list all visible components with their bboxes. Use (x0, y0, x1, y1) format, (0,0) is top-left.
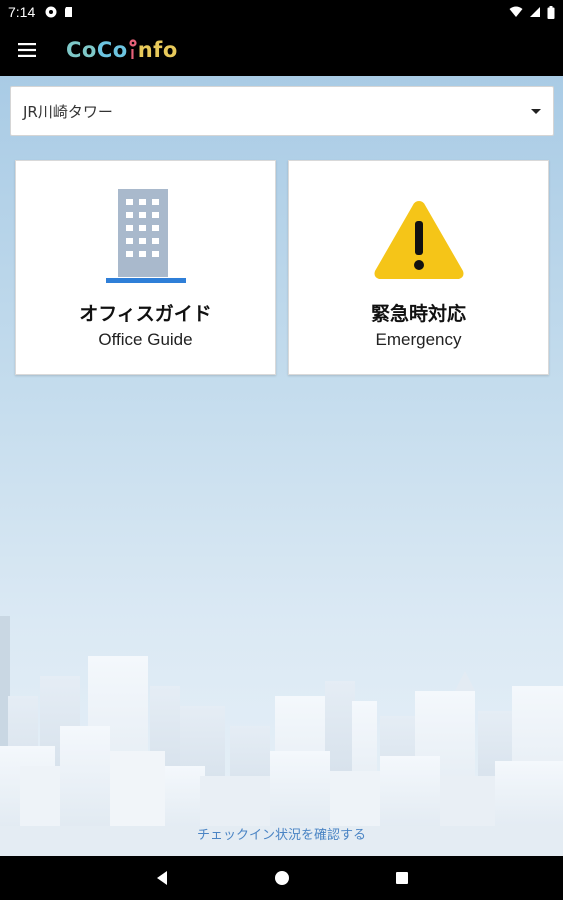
dropdown-caret-icon (531, 108, 541, 114)
wifi-icon (509, 6, 523, 17)
logo-pin-icon: I (128, 39, 138, 63)
sd-card-icon (65, 7, 73, 17)
logo-char: o (112, 38, 128, 62)
hamburger-menu-icon (18, 43, 36, 57)
logo-char: I (130, 46, 136, 63)
status-bar: 7:14 (0, 0, 563, 24)
home-circle-icon (274, 871, 289, 885)
checkin-status-link[interactable]: チェックイン状況を確認する (0, 824, 563, 843)
app-logo: C o C o I n f o (66, 38, 178, 62)
building-selector[interactable]: JR川崎タワー (10, 86, 554, 136)
warning-triangle-icon (374, 201, 463, 279)
back-button[interactable] (102, 856, 222, 900)
battery-icon (547, 5, 555, 19)
recents-square-icon (395, 872, 408, 884)
emergency-illustration (371, 175, 467, 285)
office-guide-card[interactable]: オフィスガイド Office Guide (15, 160, 276, 375)
recents-button[interactable] (342, 856, 462, 900)
system-nav-bar (0, 856, 563, 900)
main-content: JR川崎タワー オフィスガイド Office Guide 緊急時対応 Emerg… (0, 76, 563, 856)
building-selector-value: JR川崎タワー (23, 102, 113, 121)
menu-button[interactable] (0, 24, 54, 76)
logo-char: C (96, 38, 113, 62)
city-skyline-background (0, 616, 563, 856)
logo-char: o (162, 38, 178, 62)
office-guide-title-en: Office Guide (98, 330, 193, 349)
emergency-card[interactable]: 緊急時対応 Emergency (288, 160, 549, 375)
office-illustration (101, 175, 191, 285)
emergency-title-jp: 緊急時対応 (370, 303, 466, 325)
gear-status-icon (45, 6, 57, 18)
logo-char: C (66, 38, 82, 62)
office-building-icon (105, 189, 186, 283)
back-triangle-icon (156, 871, 167, 885)
home-button[interactable] (222, 856, 342, 900)
logo-char: o (81, 38, 97, 62)
signal-icon (530, 7, 540, 17)
emergency-title-en: Emergency (375, 330, 462, 349)
office-guide-title-jp: オフィスガイド (79, 303, 212, 325)
app-bar: C o C o I n f o (0, 24, 563, 76)
logo-char: f (153, 38, 163, 62)
status-time: 7:14 (8, 4, 36, 20)
logo-char: n (137, 38, 154, 62)
